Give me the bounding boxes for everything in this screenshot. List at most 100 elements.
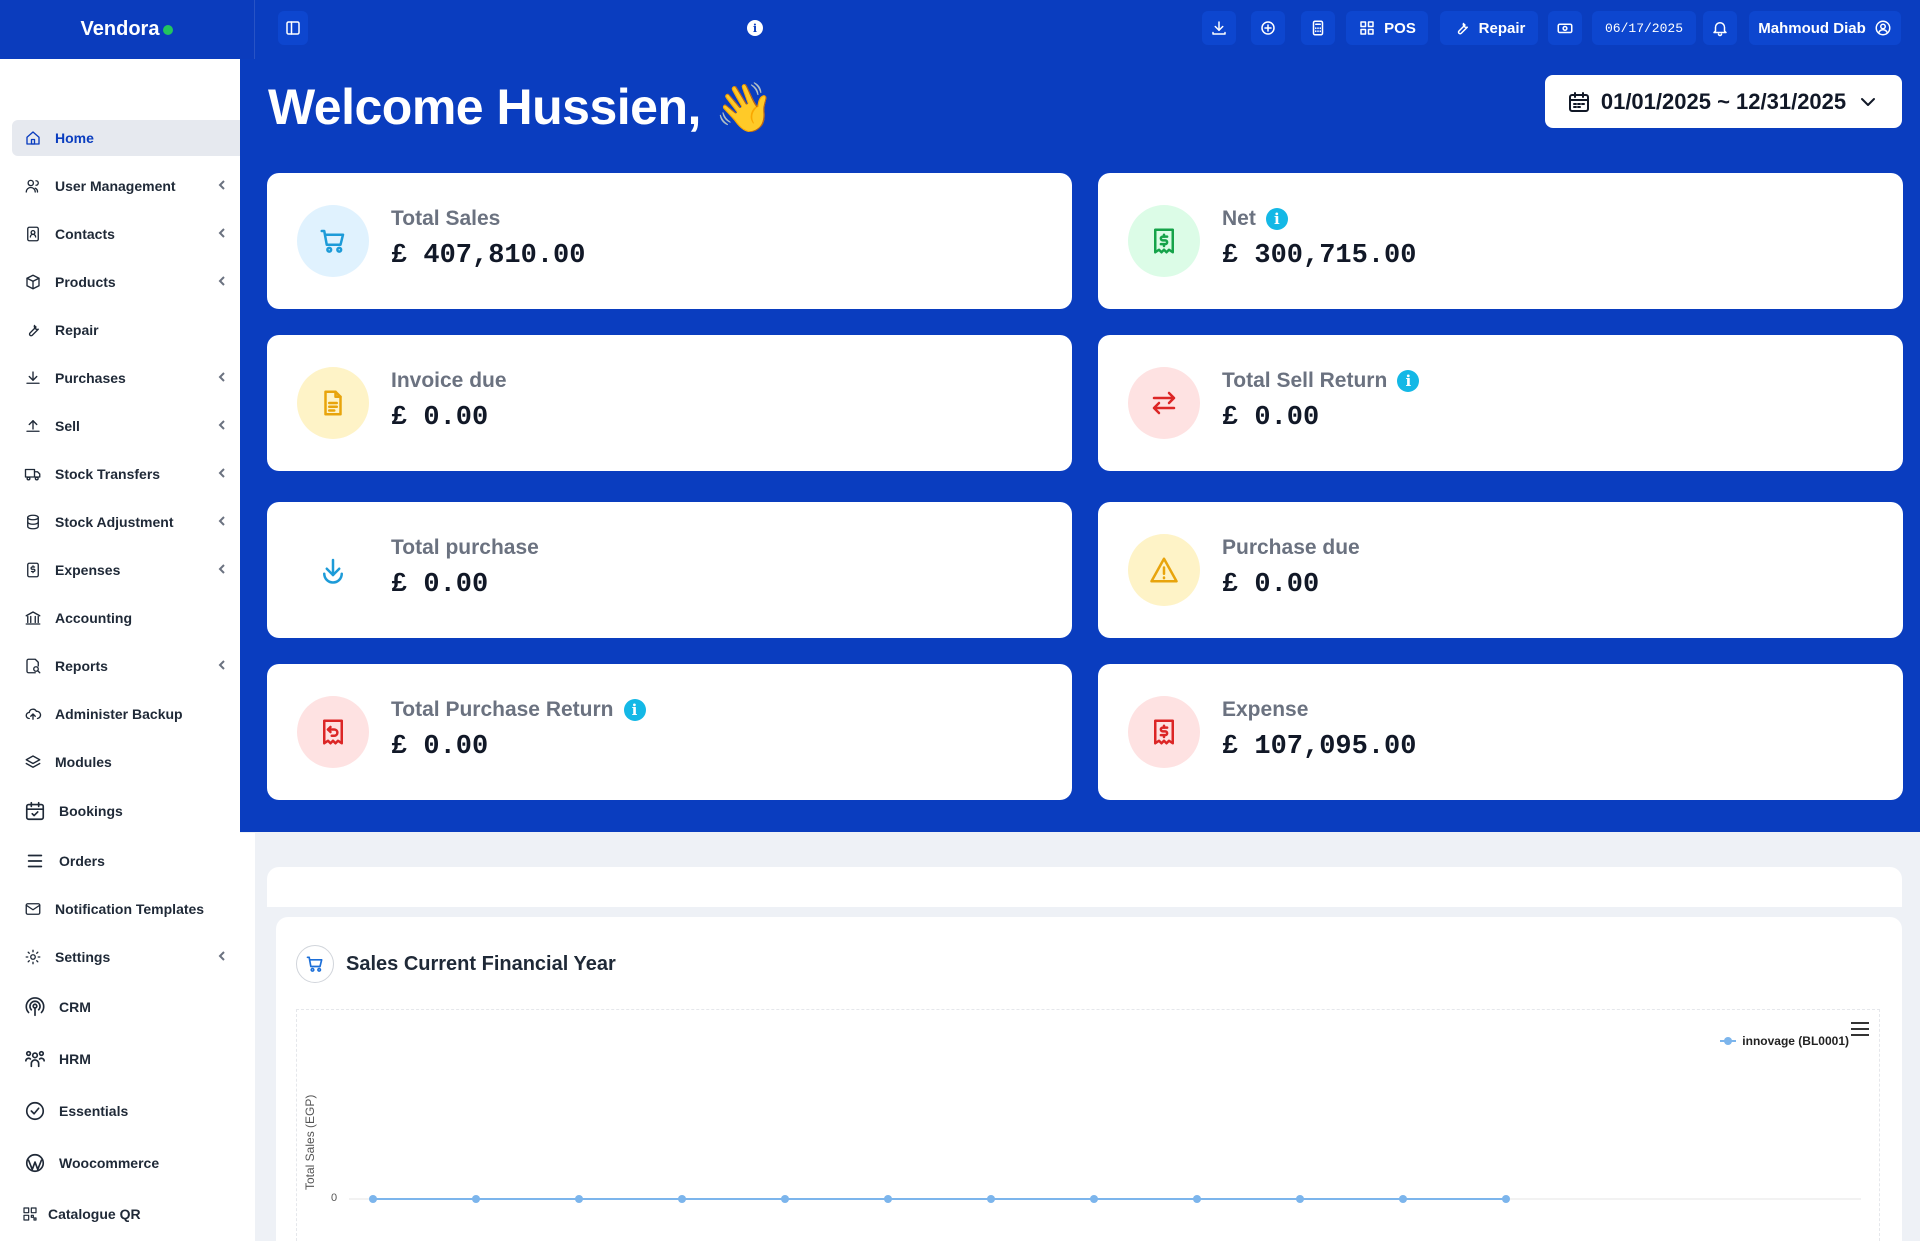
sidebar-item-label: Accounting [55, 610, 132, 626]
notifications-button[interactable] [1703, 11, 1737, 45]
cash-register-button[interactable] [1548, 11, 1582, 45]
sidebar-item-label: Stock Transfers [55, 466, 161, 482]
sidebar-item-label: Purchases [55, 370, 126, 386]
chevron-down-icon [1861, 97, 1876, 106]
stat-card-total-sell-return: Total Sell Return i £ 0.00 [1098, 335, 1903, 471]
sidebar-item-hrm[interactable]: HRM [12, 1041, 240, 1077]
sidebar-item-modules[interactable]: Modules [12, 744, 240, 780]
arrow-down-icon [26, 371, 40, 384]
sidebar-item-administer-backup[interactable]: Administer Backup [12, 696, 240, 732]
card-label: Expense [1222, 698, 1308, 722]
stat-card-purchase-due: Purchase due £ 0.00 [1098, 502, 1903, 638]
sidebar-item-catalogue-qr[interactable]: Catalogue QR [12, 1196, 240, 1232]
data-point[interactable] [884, 1195, 892, 1203]
card-label: Total Purchase Return i [391, 698, 646, 722]
sidebar-item-sell[interactable]: Sell [12, 408, 240, 444]
database-icon [27, 514, 39, 530]
repair-label: Repair [1478, 19, 1526, 37]
download-button[interactable] [1202, 11, 1236, 45]
data-point[interactable] [1296, 1195, 1304, 1203]
sidebar-item-crm[interactable]: CRM [12, 989, 240, 1025]
info-icon[interactable]: i [1397, 370, 1420, 392]
stat-card-total-sales: Total Sales £ 407,810.00 [267, 173, 1072, 309]
stat-card-net: Net i £ 300,715.00 [1098, 173, 1903, 309]
sidebar-item-contacts[interactable]: Contacts [12, 216, 240, 252]
download-arrow-icon [323, 558, 343, 584]
brand-logo[interactable]: Vendora [0, 0, 255, 59]
data-point[interactable] [678, 1195, 686, 1203]
sidebar-item-label: Contacts [55, 226, 115, 242]
chevron-left-icon [218, 564, 225, 574]
data-point[interactable] [1193, 1195, 1201, 1203]
sidebar-item-home[interactable]: Home [12, 120, 240, 156]
receipt-dollar-icon [1154, 719, 1174, 745]
sidebar-item-bookings[interactable]: Bookings [12, 793, 240, 829]
sales-chart: innovage (BL0001) Total Sales (EGP) 0 [296, 1009, 1880, 1241]
sidebar-item-purchases[interactable]: Purchases [12, 360, 240, 396]
warning-icon [1150, 557, 1178, 583]
sidebar-item-expenses[interactable]: Expenses [12, 552, 240, 588]
card-label: Total Sell Return i [1222, 369, 1420, 393]
data-point[interactable] [1502, 1195, 1510, 1203]
calculator-button[interactable] [1301, 11, 1335, 45]
data-point[interactable] [369, 1195, 377, 1203]
sidebar-item-reports[interactable]: Reports [12, 648, 240, 684]
date-range-picker[interactable]: 01/01/2025 ~ 12/31/2025 [1545, 75, 1902, 128]
user-menu-button[interactable]: Mahmoud Diab [1749, 11, 1901, 45]
card-value: £ 107,095.00 [1222, 732, 1417, 762]
chevron-left-icon [218, 276, 225, 286]
repair-button[interactable]: Repair [1440, 11, 1538, 45]
user-circle-icon [1875, 20, 1891, 36]
sidebar-item-woocommerce[interactable]: Woocommerce [12, 1145, 240, 1181]
card-value: £ 0.00 [391, 732, 489, 762]
sidebar-item-notification-templates[interactable]: Notification Templates [12, 891, 240, 927]
chart-icon-wrap [296, 945, 334, 983]
data-point[interactable] [1090, 1195, 1098, 1203]
pos-button[interactable]: POS [1346, 11, 1428, 45]
chevron-left-icon [218, 228, 225, 238]
info-icon[interactable]: i [1265, 208, 1288, 230]
list-icon [27, 854, 43, 868]
sidebar-item-stock-adjustment[interactable]: Stock Adjustment [12, 504, 240, 540]
chart-header: Sales Current Financial Year [296, 945, 616, 983]
sidebar-item-label: HRM [59, 1051, 91, 1067]
sidebar-item-user-management[interactable]: User Management [12, 168, 240, 204]
cash-icon [1557, 23, 1573, 34]
data-point[interactable] [987, 1195, 995, 1203]
sidebar-item-label: Repair [55, 322, 99, 338]
stat-card-expense: Expense £ 107,095.00 [1098, 664, 1903, 800]
sidebar-toggle-button[interactable] [278, 11, 308, 45]
cloud-upload-icon [25, 708, 42, 720]
info-icon[interactable]: i [623, 699, 646, 721]
data-point[interactable] [472, 1195, 480, 1203]
truck-icon [24, 468, 41, 481]
sidebar-item-stock-transfers[interactable]: Stock Transfers [12, 456, 240, 492]
sidebar-item-orders[interactable]: Orders [12, 843, 240, 879]
data-point[interactable] [575, 1195, 583, 1203]
sidebar-item-accounting[interactable]: Accounting [12, 600, 240, 636]
sidebar-item-label: Orders [59, 853, 105, 869]
chevron-left-icon [218, 468, 225, 478]
sidebar-item-essentials[interactable]: Essentials [12, 1093, 240, 1129]
home-icon [26, 131, 40, 145]
card-label: Net i [1222, 207, 1288, 231]
sidebar-item-settings[interactable]: Settings [12, 939, 240, 975]
info-icon[interactable]: i [747, 20, 763, 36]
box-icon [26, 274, 40, 290]
sidebar-item-label: Administer Backup [55, 706, 183, 722]
check-circle-icon [25, 1101, 45, 1121]
chevron-left-icon [218, 372, 225, 382]
card-icon-wrap [1128, 205, 1200, 277]
add-button[interactable] [1251, 11, 1285, 45]
card-icon-wrap [297, 367, 369, 439]
document-icon [324, 390, 342, 416]
sidebar-item-label: User Management [55, 178, 176, 194]
wordpress-icon [25, 1153, 45, 1173]
sidebar-item-products[interactable]: Products [12, 264, 240, 300]
report-icon [26, 658, 41, 674]
sidebar-item-label: Home [55, 130, 94, 146]
card-icon-wrap [1128, 367, 1200, 439]
sidebar-item-repair[interactable]: Repair [12, 312, 240, 348]
data-point[interactable] [781, 1195, 789, 1203]
data-point[interactable] [1399, 1195, 1407, 1203]
